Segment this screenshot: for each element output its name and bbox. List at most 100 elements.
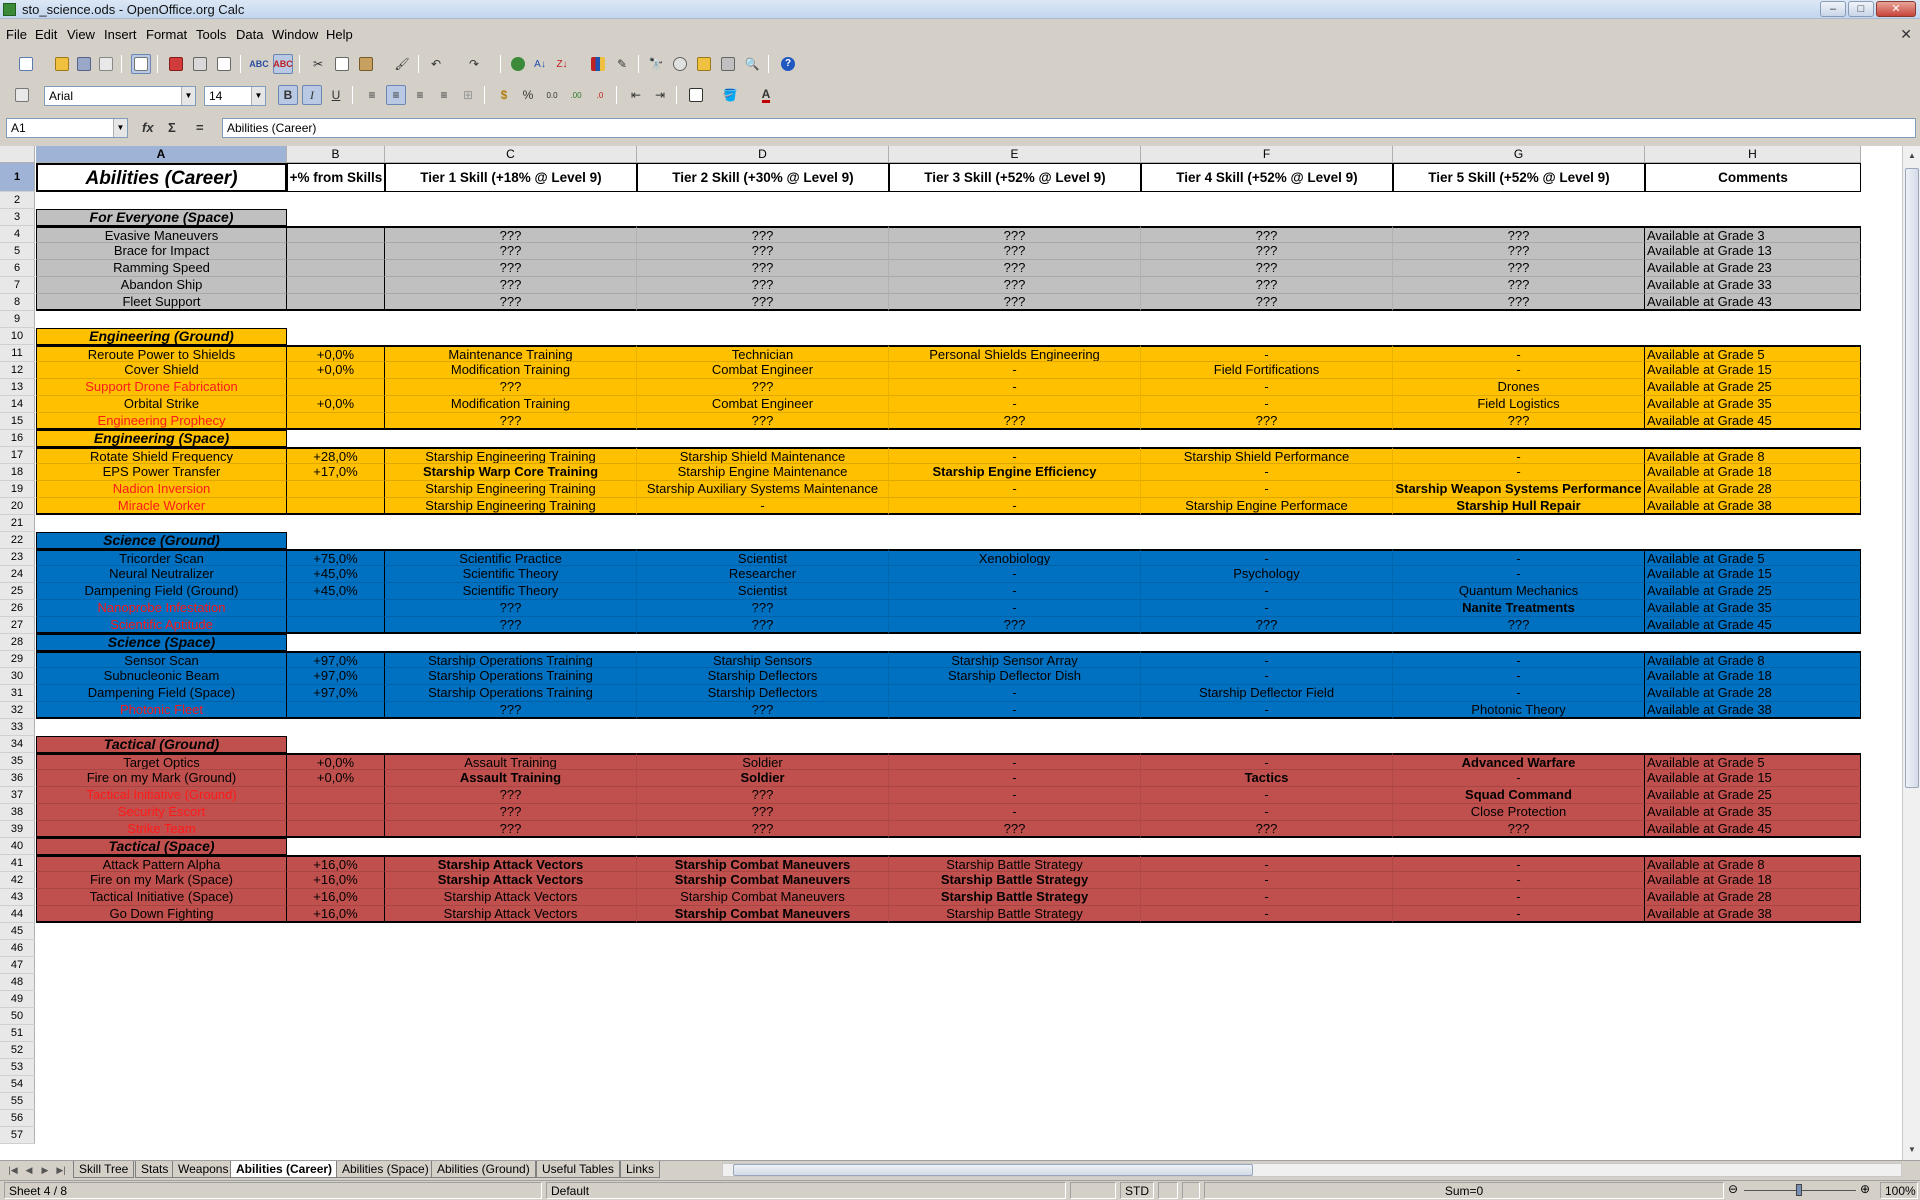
skill-cell[interactable]: - bbox=[1141, 481, 1393, 498]
row-header[interactable]: 26 bbox=[0, 600, 35, 617]
column-header-d[interactable]: D bbox=[637, 146, 889, 163]
first-sheet-icon[interactable]: |◀ bbox=[6, 1163, 20, 1177]
skill-cell[interactable]: ??? bbox=[637, 702, 889, 719]
skill-cell[interactable]: Starship Deflectors bbox=[637, 685, 889, 702]
row-header[interactable]: 32 bbox=[0, 702, 35, 719]
skill-cell[interactable]: Close Protection bbox=[1393, 804, 1645, 821]
comment-cell[interactable]: Available at Grade 38 bbox=[1645, 906, 1861, 923]
column-header-b[interactable]: B bbox=[287, 146, 385, 163]
skill-cell[interactable]: ??? bbox=[1141, 413, 1393, 430]
row-header[interactable]: 46 bbox=[0, 940, 35, 957]
skill-cell[interactable]: +0,0% bbox=[287, 396, 385, 413]
skill-cell[interactable]: - bbox=[1141, 753, 1393, 770]
ability-name-cell[interactable]: Sensor Scan bbox=[36, 651, 287, 668]
comment-cell[interactable]: Available at Grade 43 bbox=[1645, 294, 1861, 311]
ability-name-cell[interactable]: Nanoprobe Infestation bbox=[36, 600, 287, 617]
comment-cell[interactable]: Available at Grade 45 bbox=[1645, 821, 1861, 838]
skill-cell[interactable]: ??? bbox=[1141, 243, 1393, 260]
skill-cell[interactable]: ??? bbox=[385, 226, 637, 243]
page-style[interactable]: Default bbox=[546, 1182, 1066, 1199]
skill-cell[interactable]: Drones bbox=[1393, 379, 1645, 396]
skill-cell[interactable]: ??? bbox=[637, 413, 889, 430]
skill-cell[interactable]: +45,0% bbox=[287, 566, 385, 583]
skill-cell[interactable]: ??? bbox=[637, 260, 889, 277]
header-cell[interactable]: Tier 3 Skill (+52% @ Level 9) bbox=[889, 163, 1141, 192]
skill-cell[interactable]: - bbox=[1141, 583, 1393, 600]
ability-name-cell[interactable]: Ramming Speed bbox=[36, 260, 287, 277]
comment-cell[interactable]: Available at Grade 28 bbox=[1645, 685, 1861, 702]
skill-cell[interactable]: - bbox=[1141, 702, 1393, 719]
row-header[interactable]: 16 bbox=[0, 430, 35, 447]
ability-name-cell[interactable]: Neural Neutralizer bbox=[36, 566, 287, 583]
row-header[interactable]: 31 bbox=[0, 685, 35, 702]
skill-cell[interactable] bbox=[287, 498, 385, 515]
skill-cell[interactable]: - bbox=[1141, 906, 1393, 923]
skill-cell[interactable]: Starship Shield Maintenance bbox=[637, 447, 889, 464]
comment-cell[interactable]: Available at Grade 23 bbox=[1645, 260, 1861, 277]
skill-cell[interactable]: Field Fortifications bbox=[1141, 362, 1393, 379]
header-cell[interactable]: Tier 4 Skill (+52% @ Level 9) bbox=[1141, 163, 1393, 192]
increase-indent-icon[interactable]: ⇥ bbox=[650, 85, 670, 105]
cut-icon[interactable]: ✂ bbox=[308, 54, 328, 74]
row-header[interactable]: 9 bbox=[0, 311, 35, 328]
borders-icon[interactable] bbox=[686, 85, 706, 105]
skill-cell[interactable]: Field Logistics bbox=[1393, 396, 1645, 413]
data-sources-icon[interactable] bbox=[718, 54, 738, 74]
row-header[interactable]: 40 bbox=[0, 838, 35, 855]
row-header[interactable]: 28 bbox=[0, 634, 35, 651]
tab-skill-tree[interactable]: Skill Tree bbox=[73, 1161, 135, 1178]
ability-name-cell[interactable]: Orbital Strike bbox=[36, 396, 287, 413]
zoom-level[interactable]: 100% bbox=[1880, 1182, 1918, 1199]
skill-cell[interactable]: +0,0% bbox=[287, 770, 385, 787]
function-icon[interactable]: = bbox=[196, 120, 204, 135]
skill-cell[interactable] bbox=[287, 481, 385, 498]
row-header[interactable]: 49 bbox=[0, 991, 35, 1008]
skill-cell[interactable]: ??? bbox=[637, 821, 889, 838]
ability-name-cell[interactable]: Dampening Field (Ground) bbox=[36, 583, 287, 600]
ability-name-cell[interactable]: Dampening Field (Space) bbox=[36, 685, 287, 702]
skill-cell[interactable]: ??? bbox=[637, 294, 889, 311]
row-header[interactable]: 55 bbox=[0, 1093, 35, 1110]
skill-cell[interactable] bbox=[287, 804, 385, 821]
comment-cell[interactable]: Available at Grade 33 bbox=[1645, 277, 1861, 294]
find-replace-icon[interactable]: 🔭 bbox=[646, 54, 666, 74]
skill-cell[interactable]: Starship Auxiliary Systems Maintenance bbox=[637, 481, 889, 498]
column-header-h[interactable]: H bbox=[1645, 146, 1861, 163]
row-header[interactable]: 35 bbox=[0, 753, 35, 770]
ability-name-cell[interactable]: Fire on my Mark (Ground) bbox=[36, 770, 287, 787]
name-box[interactable]: A1 ▼ bbox=[6, 118, 128, 138]
skill-cell[interactable]: +0,0% bbox=[287, 345, 385, 362]
skill-cell[interactable]: Starship Battle Strategy bbox=[889, 855, 1141, 872]
skill-cell[interactable]: ??? bbox=[385, 821, 637, 838]
row-header[interactable]: 47 bbox=[0, 957, 35, 974]
section-title[interactable]: Tactical (Ground) bbox=[36, 736, 287, 753]
add-decimal-icon[interactable]: .00 bbox=[566, 85, 586, 105]
last-sheet-icon[interactable]: ▶| bbox=[54, 1163, 68, 1177]
skill-cell[interactable]: +16,0% bbox=[287, 889, 385, 906]
comment-cell[interactable]: Available at Grade 45 bbox=[1645, 617, 1861, 634]
autospellcheck-icon[interactable]: ABC bbox=[273, 54, 293, 74]
skill-cell[interactable]: Starship Engineering Training bbox=[385, 498, 637, 515]
skill-cell[interactable]: Starship Engine Performace bbox=[1141, 498, 1393, 515]
header-cell[interactable]: Tier 1 Skill (+18% @ Level 9) bbox=[385, 163, 637, 192]
next-sheet-icon[interactable]: ▶ bbox=[38, 1163, 52, 1177]
skill-cell[interactable]: - bbox=[1141, 549, 1393, 566]
row-header[interactable]: 21 bbox=[0, 515, 35, 532]
skill-cell[interactable]: ??? bbox=[1141, 277, 1393, 294]
skill-cell[interactable]: Modification Training bbox=[385, 396, 637, 413]
chart-icon[interactable] bbox=[588, 54, 608, 74]
row-header[interactable]: 12 bbox=[0, 362, 35, 379]
skill-cell[interactable]: Soldier bbox=[637, 753, 889, 770]
menu-edit[interactable]: Edit bbox=[35, 27, 57, 42]
skill-cell[interactable]: ??? bbox=[889, 617, 1141, 634]
skill-cell[interactable]: - bbox=[1141, 787, 1393, 804]
ability-name-cell[interactable]: Tactical Initiative (Ground) bbox=[36, 787, 287, 804]
skill-cell[interactable]: Starship Hull Repair bbox=[1393, 498, 1645, 515]
skill-cell[interactable] bbox=[287, 821, 385, 838]
ability-name-cell[interactable]: Engineering Prophecy bbox=[36, 413, 287, 430]
skill-cell[interactable]: ??? bbox=[1141, 821, 1393, 838]
skill-cell[interactable]: Maintenance Training bbox=[385, 345, 637, 362]
skill-cell[interactable]: ??? bbox=[637, 379, 889, 396]
close-icon[interactable]: ✕ bbox=[1876, 1, 1916, 17]
skill-cell[interactable]: ??? bbox=[1393, 294, 1645, 311]
